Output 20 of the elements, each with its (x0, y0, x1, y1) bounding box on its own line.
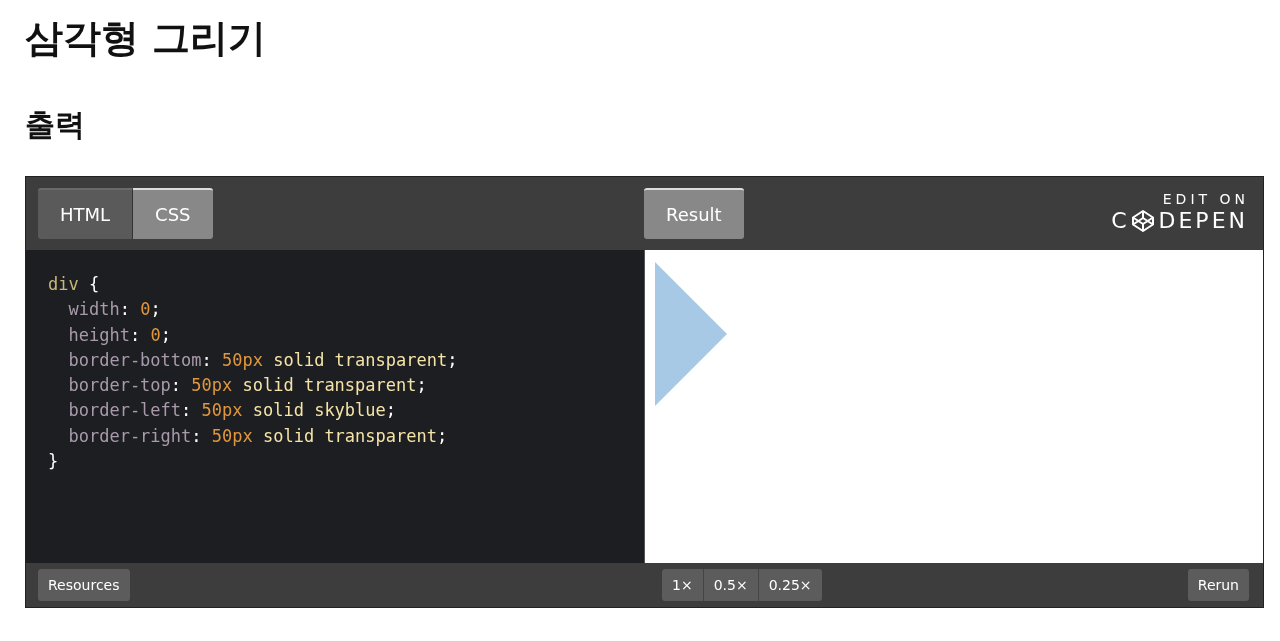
editor-tab[interactable]: CSS (133, 188, 213, 239)
section-heading: 출력 (25, 106, 86, 144)
cube-icon (1130, 209, 1155, 233)
code-line: border-top: 50px solid transparent; (67, 374, 427, 398)
result-tab[interactable]: Result (644, 188, 744, 239)
codepen-logo[interactable]: EDIT ON C DEPEN (1111, 188, 1245, 250)
code-line: border-bottom: 50px solid transparent; (67, 348, 458, 372)
code-line: border-right: 50px solid transparent; (67, 424, 448, 448)
code-line: border-left: 50px solid skyblue; (67, 399, 397, 423)
resources-button[interactable]: Resources (38, 569, 130, 601)
zoom-button[interactable]: 1× (662, 569, 704, 601)
editor-tab[interactable]: HTML (38, 188, 134, 239)
page-title: 삼각형 그리기 (25, 15, 268, 62)
zoom-button[interactable]: 0.25× (758, 569, 822, 601)
code-line: width: 0; (67, 298, 161, 322)
zoom-button[interactable]: 0.5× (703, 569, 759, 601)
code-line: height: 0; (67, 323, 171, 347)
code-line: div { (48, 273, 100, 296)
rerun-button[interactable]: Rerun (1187, 569, 1249, 601)
code-line: } (48, 450, 59, 474)
